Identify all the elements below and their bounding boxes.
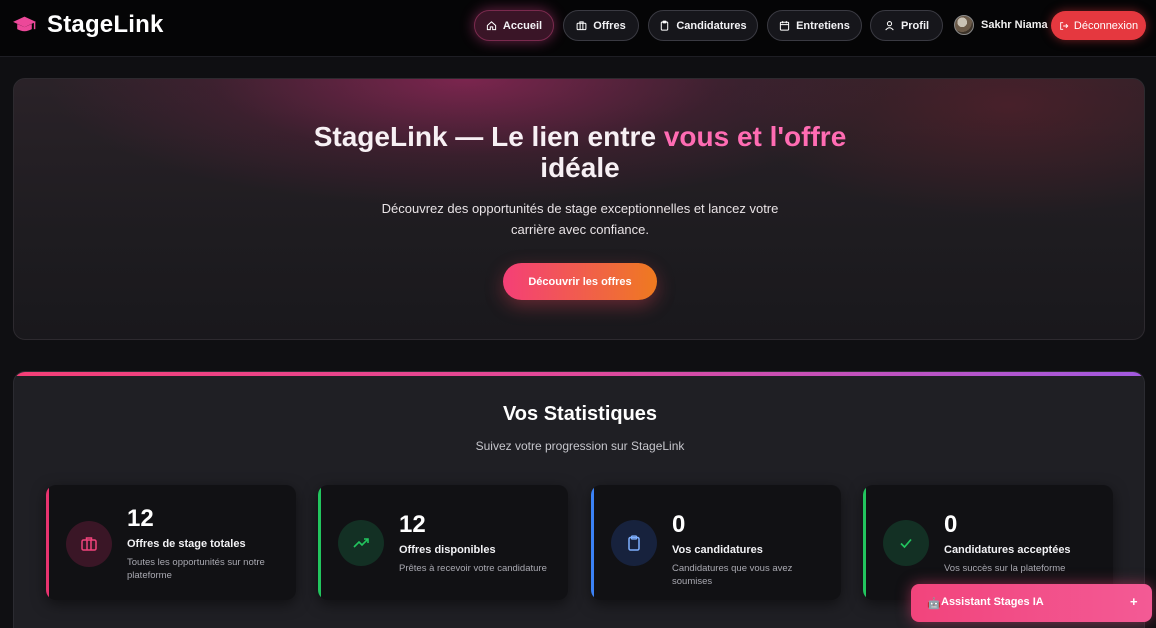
hero-title-line-1: StageLink — Le lien entre vous et l'offr… <box>14 121 1144 152</box>
stat-description: Prêtes à recevoir votre candidature <box>399 563 547 574</box>
card-accent-edge <box>46 485 49 600</box>
stat-value: 12 <box>399 511 426 538</box>
briefcase-icon <box>81 537 97 551</box>
card-accent-edge <box>318 485 321 600</box>
card-icon-circle <box>883 520 929 566</box>
brand-logo[interactable]: StageLink <box>12 9 164 41</box>
calendar-icon <box>779 21 790 31</box>
hero-title: StageLink — Le lien entre vous et l'offr… <box>14 121 1144 183</box>
assistant-label: Assistant Stages IA <box>941 596 1044 608</box>
nav-entretiens[interactable]: Entretiens <box>767 10 862 41</box>
top-navbar: StageLink Accueil Offres Candidatures En… <box>0 0 1156 57</box>
card-accent-edge <box>591 485 594 600</box>
card-icon-circle <box>338 520 384 566</box>
nav-candidatures[interactable]: Candidatures <box>648 10 758 41</box>
discover-offers-button[interactable]: Découvrir les offres <box>503 263 657 300</box>
stat-value: 0 <box>672 511 686 538</box>
ai-assistant-widget[interactable]: 🤖 Assistant Stages IA + <box>911 584 1152 622</box>
hero-subtitle: Découvrez des opportunités de stage exce… <box>381 201 779 237</box>
stat-label: Candidatures acceptées <box>944 544 1071 556</box>
stat-card-my-applications: 0 Vos candidatures Candidatures que vous… <box>591 485 841 600</box>
check-icon <box>900 538 912 549</box>
expand-assistant-button[interactable]: + <box>1130 594 1138 609</box>
brand-name: StageLink <box>47 11 164 38</box>
stat-value: 0 <box>944 511 958 538</box>
hero-banner: StageLink — Le lien entre vous et l'offr… <box>13 78 1145 340</box>
card-icon-circle <box>611 520 657 566</box>
stat-card-accepted-applications: 0 Candidatures acceptées Vos succès sur … <box>863 485 1113 600</box>
logout-button[interactable]: Déconnexion <box>1051 11 1146 40</box>
clipboard-icon <box>661 20 669 31</box>
robot-icon: 🤖 <box>927 598 941 610</box>
nav-offres-label: Offres <box>593 19 626 32</box>
hero-title-part1: StageLink — Le lien entre <box>313 121 664 152</box>
trending-up-icon <box>353 538 369 548</box>
stat-card-available-offers: 12 Offres disponibles Prêtes à recevoir … <box>318 485 568 600</box>
graduation-cap-icon <box>13 16 36 32</box>
nav-profil-label: Profil <box>900 19 930 32</box>
nav-candidatures-label: Candidatures <box>676 19 747 32</box>
user-name: Sakhr Niama <box>981 19 1048 31</box>
home-icon <box>486 21 497 31</box>
hero-title-part2: idéale <box>540 152 620 183</box>
hero-title-accent: vous et l'offre <box>663 121 847 152</box>
card-icon-circle <box>66 521 112 567</box>
nav-profil[interactable]: Profil <box>870 10 943 41</box>
stat-description: Toutes les opportunités sur notre platef… <box>127 557 265 581</box>
stats-title: Vos Statistiques <box>502 403 658 425</box>
stat-card-total-offers: 12 Offres de stage totales Toutes les op… <box>46 485 296 600</box>
clipboard-icon <box>628 535 640 551</box>
logout-icon <box>1060 21 1069 30</box>
stat-value: 12 <box>127 505 154 532</box>
user-menu[interactable]: Sakhr Niama <box>954 14 1048 36</box>
logout-label: Déconnexion <box>1073 19 1139 32</box>
stat-label: Offres de stage totales <box>127 538 246 550</box>
stat-description: Vos succès sur la plateforme <box>944 563 1066 574</box>
avatar <box>954 15 974 35</box>
nav-offres[interactable]: Offres <box>563 10 639 41</box>
stat-label: Offres disponibles <box>399 544 496 556</box>
stats-accent-bar <box>14 372 1144 376</box>
nav-entretiens-label: Entretiens <box>796 19 850 32</box>
stat-description: Candidatures que vous avez soumises <box>672 563 793 587</box>
nav-accueil-label: Accueil <box>502 19 543 32</box>
user-icon <box>885 21 894 31</box>
briefcase-icon <box>576 21 587 31</box>
nav-accueil[interactable]: Accueil <box>474 10 554 41</box>
stat-label: Vos candidatures <box>672 544 763 556</box>
stats-subtitle: Suivez votre progression sur StageLink <box>475 439 685 453</box>
card-accent-edge <box>863 485 866 600</box>
